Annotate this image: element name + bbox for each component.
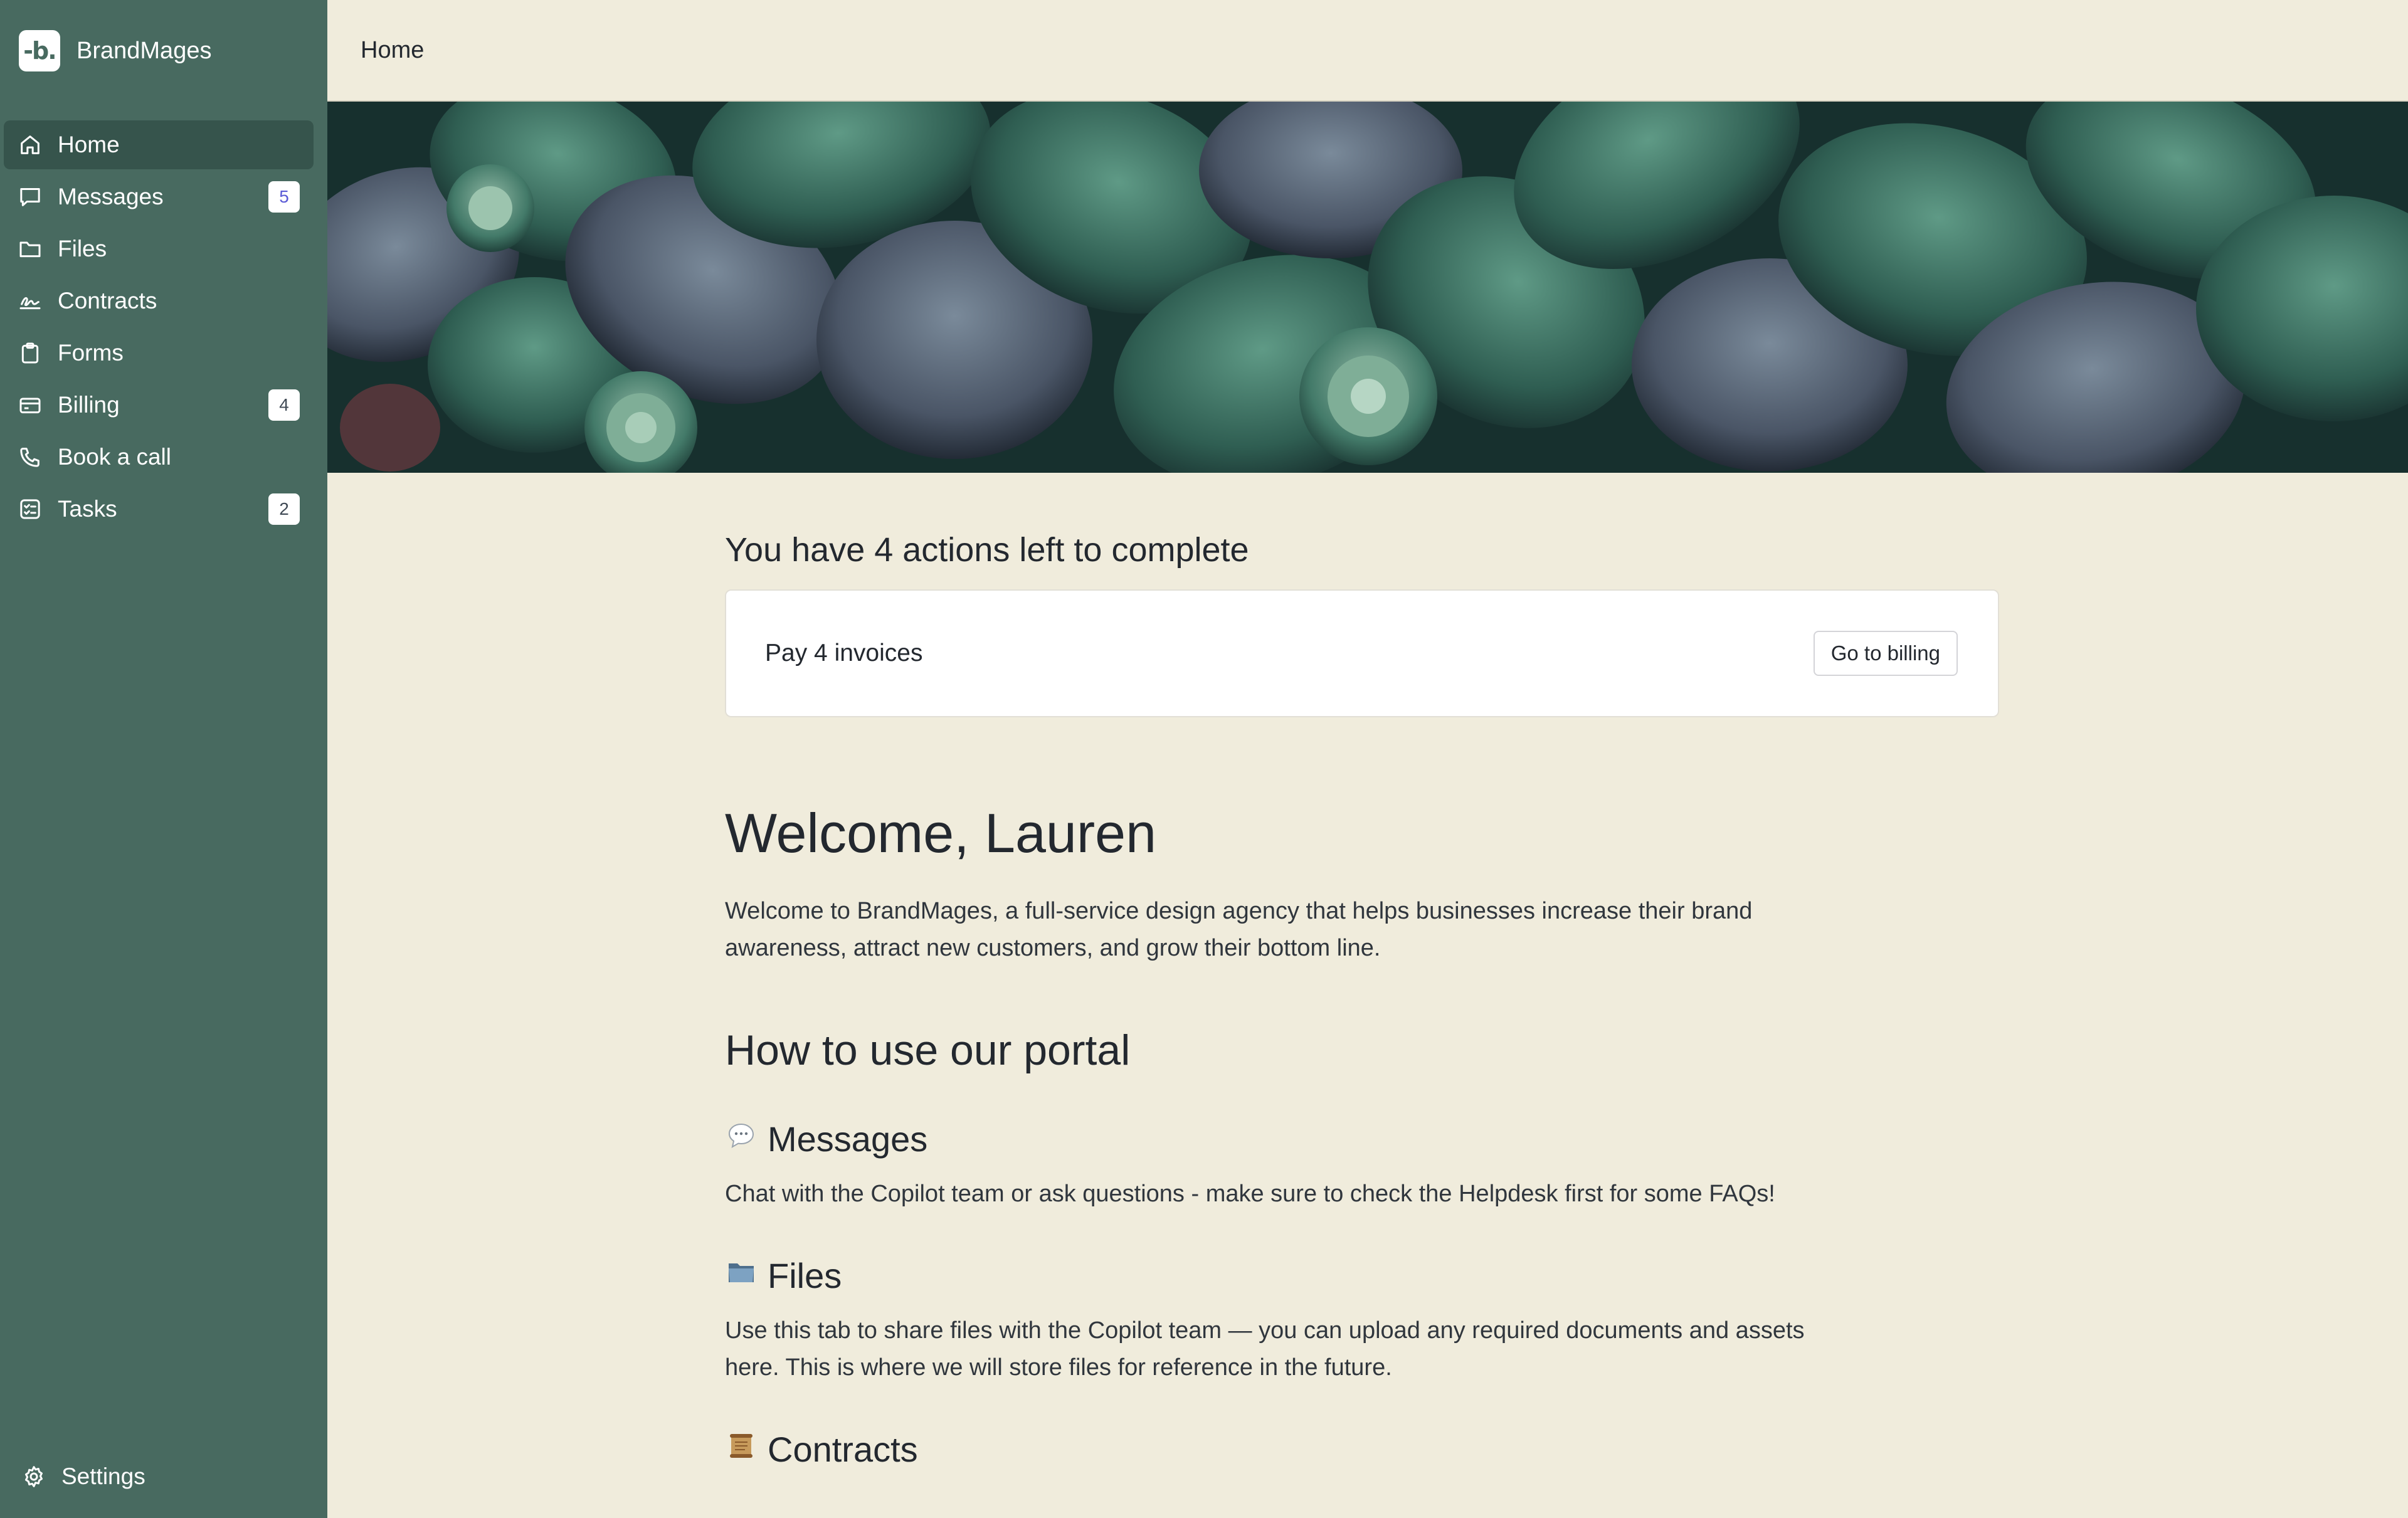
scroll-icon xyxy=(725,1430,758,1462)
section-contracts-title: Contracts xyxy=(725,1429,1999,1470)
home-icon xyxy=(18,132,43,157)
page-title: Home xyxy=(361,36,425,63)
sidebar: -b. BrandMages Home Messages 5 Files Con… xyxy=(0,0,327,1518)
portal-title: How to use our portal xyxy=(725,1026,1131,1074)
brand-logo: -b. xyxy=(19,30,60,71)
brand-name: BrandMages xyxy=(77,37,212,64)
checklist-icon xyxy=(18,497,43,522)
sidebar-item-label: Book a call xyxy=(58,444,171,470)
action-card-text: Pay 4 invoices xyxy=(765,640,923,667)
file-folder-icon xyxy=(725,1256,758,1289)
sidebar-item-settings[interactable]: Settings xyxy=(8,1452,317,1501)
top-bar: Home xyxy=(327,0,2408,102)
sidebar-item-label: Billing xyxy=(58,392,120,418)
section-title-text: Files xyxy=(768,1256,842,1295)
phone-icon xyxy=(18,445,43,470)
signature-icon xyxy=(18,288,43,314)
section-files-title: Files xyxy=(725,1255,1999,1296)
sidebar-item-files[interactable]: Files xyxy=(4,224,314,273)
sidebar-item-label: Messages xyxy=(58,184,164,209)
section-title-text: Contracts xyxy=(768,1430,918,1469)
section-messages-title: Messages xyxy=(725,1119,1999,1159)
main-content: You have 4 actions left to complete Pay … xyxy=(725,473,1999,1470)
clipboard-icon xyxy=(18,340,43,366)
sidebar-item-label: Contracts xyxy=(58,288,157,314)
gear-icon xyxy=(21,1464,46,1489)
sidebar-nav: Home Messages 5 Files Contracts Forms Bi… xyxy=(0,120,327,537)
action-card: Pay 4 invoices Go to billing xyxy=(725,589,1999,717)
sidebar-item-forms[interactable]: Forms xyxy=(4,329,314,377)
credit-card-icon xyxy=(18,393,43,418)
go-to-billing-button[interactable]: Go to billing xyxy=(1813,631,1958,676)
billing-count-badge: 4 xyxy=(268,389,300,421)
sidebar-item-home[interactable]: Home xyxy=(4,120,314,169)
sidebar-item-book-a-call[interactable]: Book a call xyxy=(4,433,314,482)
section-title-text: Messages xyxy=(768,1119,928,1159)
message-icon xyxy=(18,184,43,209)
sidebar-item-label: Tasks xyxy=(58,496,117,522)
sidebar-item-label: Files xyxy=(58,236,107,261)
brand[interactable]: -b. BrandMages xyxy=(19,30,211,71)
section-files-text: Use this tab to share files with the Cop… xyxy=(725,1317,1805,1381)
folder-icon xyxy=(18,236,43,261)
sidebar-item-messages[interactable]: Messages 5 xyxy=(4,172,314,221)
welcome-title: Welcome, Lauren xyxy=(725,802,1157,864)
speech-balloon-icon xyxy=(725,1119,758,1152)
tasks-count-badge: 2 xyxy=(268,493,300,525)
actions-title: You have 4 actions left to complete xyxy=(725,531,1249,569)
sidebar-item-contracts[interactable]: Contracts xyxy=(4,277,314,325)
sidebar-item-tasks[interactable]: Tasks 2 xyxy=(4,485,314,534)
banner-image xyxy=(327,102,2408,473)
welcome-text: Welcome to BrandMages, a full-service de… xyxy=(725,898,1753,961)
sidebar-item-label: Forms xyxy=(58,340,124,366)
sidebar-item-label: Settings xyxy=(61,1463,145,1489)
messages-count-badge: 5 xyxy=(268,181,300,213)
section-messages-text: Chat with the Copilot team or ask questi… xyxy=(725,1181,1775,1207)
sidebar-item-label: Home xyxy=(58,132,120,157)
sidebar-item-billing[interactable]: Billing 4 xyxy=(4,381,314,430)
